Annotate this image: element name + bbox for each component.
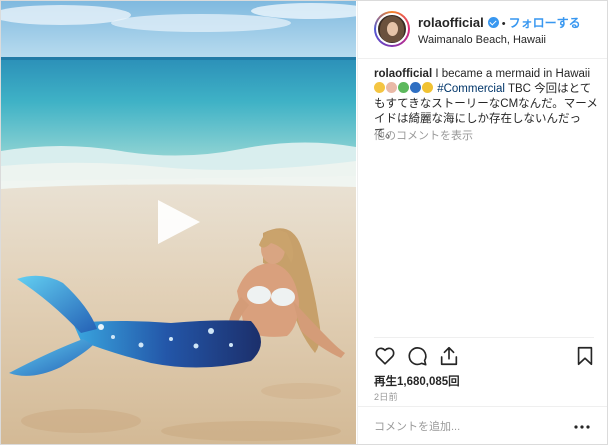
more-options-icon[interactable] (572, 422, 592, 432)
heart-icon[interactable] (374, 345, 396, 367)
post-dialog: rolaofficial • フォローする Waimanalo Beach, Haw… (0, 0, 608, 445)
view-count[interactable]: 再生1,680,085回 (374, 373, 460, 389)
caption-text-part1: I became a mermaid in Hawaii (432, 68, 591, 80)
post-details-panel: rolaofficial • フォローする Waimanalo Beach, Haw… (357, 1, 607, 444)
island-emoji (398, 82, 409, 93)
hashtag-link[interactable]: #Commercial (437, 83, 505, 95)
post-timestamp[interactable]: 2日前 (374, 390, 398, 403)
location-link[interactable]: Waimanalo Beach, Hawaii (418, 33, 546, 47)
avatar-image (376, 13, 408, 45)
view-more-comments-link[interactable]: 他のコメントを表示 (374, 127, 473, 143)
username-row: rolaofficial • フォローする (418, 15, 581, 32)
follow-button[interactable]: フォローする (509, 16, 581, 30)
smile-emoji (374, 82, 385, 93)
verified-icon (487, 17, 499, 28)
caption-username[interactable]: rolaofficial (374, 68, 432, 80)
comment-icon[interactable] (406, 345, 428, 367)
actions-divider (374, 337, 594, 338)
share-icon[interactable] (438, 345, 460, 367)
post-header: rolaofficial • フォローする Waimanalo Beach, Haw… (358, 1, 607, 59)
bookmark-icon[interactable] (574, 345, 596, 367)
crown-emoji (422, 82, 433, 93)
play-icon[interactable] (156, 198, 202, 246)
shell-emoji (386, 82, 397, 93)
avatar[interactable] (374, 11, 410, 47)
globe-emoji (410, 82, 421, 93)
username-link[interactable]: rolaofficial (418, 15, 484, 30)
add-comment-section (358, 406, 607, 444)
separator-dot: • (501, 18, 506, 30)
post-video[interactable] (1, 1, 356, 444)
comment-input[interactable] (374, 419, 544, 435)
action-bar (374, 345, 596, 371)
